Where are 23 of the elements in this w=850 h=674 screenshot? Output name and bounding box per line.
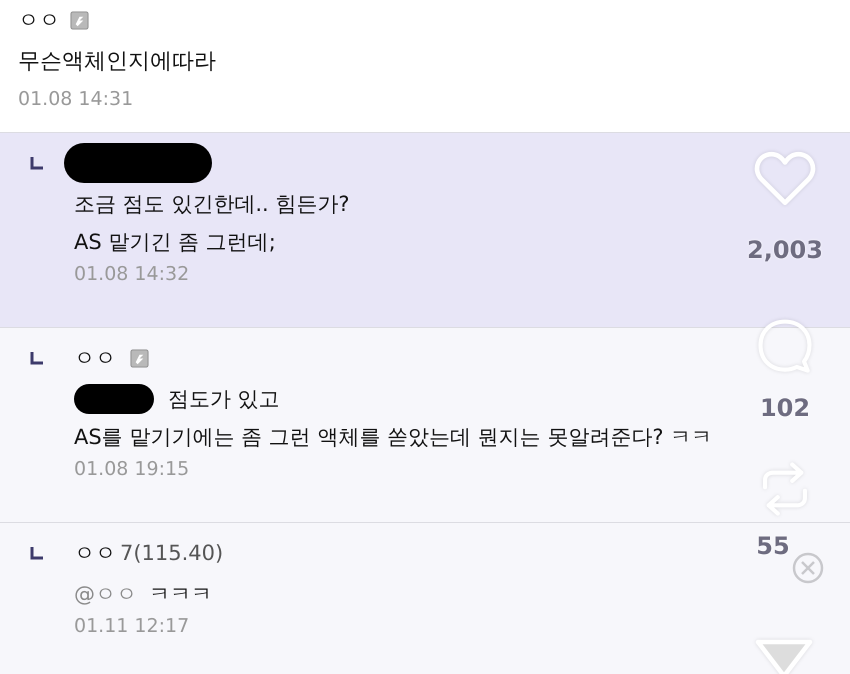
comment-time: 01.08 14:31 xyxy=(18,88,134,110)
send-icon[interactable] xyxy=(754,638,814,674)
comment-text: 점도가 있고 xyxy=(168,386,280,413)
like-count: 2,003 xyxy=(747,236,823,264)
author-ip: 7(115.40) xyxy=(120,541,224,565)
comment-text: AS 맡기긴 좀 그런데; xyxy=(74,229,276,256)
reply-mark-icon xyxy=(30,156,44,170)
comment-text: 조금 점도 있긴한데.. 힘든가? xyxy=(74,191,350,218)
comment-text: 무슨액체인지에따라 xyxy=(18,48,217,76)
comment-time: 01.11 12:17 xyxy=(74,615,190,637)
comment-text: AS를 맡기기에는 좀 그런 액체를 쏟았는데 뭔지는 못알려준다? ㅋㅋ xyxy=(74,424,712,451)
repost-count: 55 xyxy=(756,532,790,560)
heart-icon[interactable] xyxy=(754,150,816,208)
author-name: ㅇㅇ xyxy=(18,7,60,34)
author-name: ㅇㅇ xyxy=(74,345,116,372)
comment-time: 01.08 14:32 xyxy=(74,263,190,285)
author-name: ㅇㅇ xyxy=(74,540,116,567)
comment-count: 102 xyxy=(760,394,810,422)
comment-text: ㅋㅋㅋ xyxy=(149,581,212,608)
reply-mark-icon xyxy=(30,351,44,365)
comment-time: 01.08 19:15 xyxy=(74,458,190,480)
close-icon[interactable] xyxy=(792,552,824,584)
reply-mark-icon xyxy=(30,546,44,560)
